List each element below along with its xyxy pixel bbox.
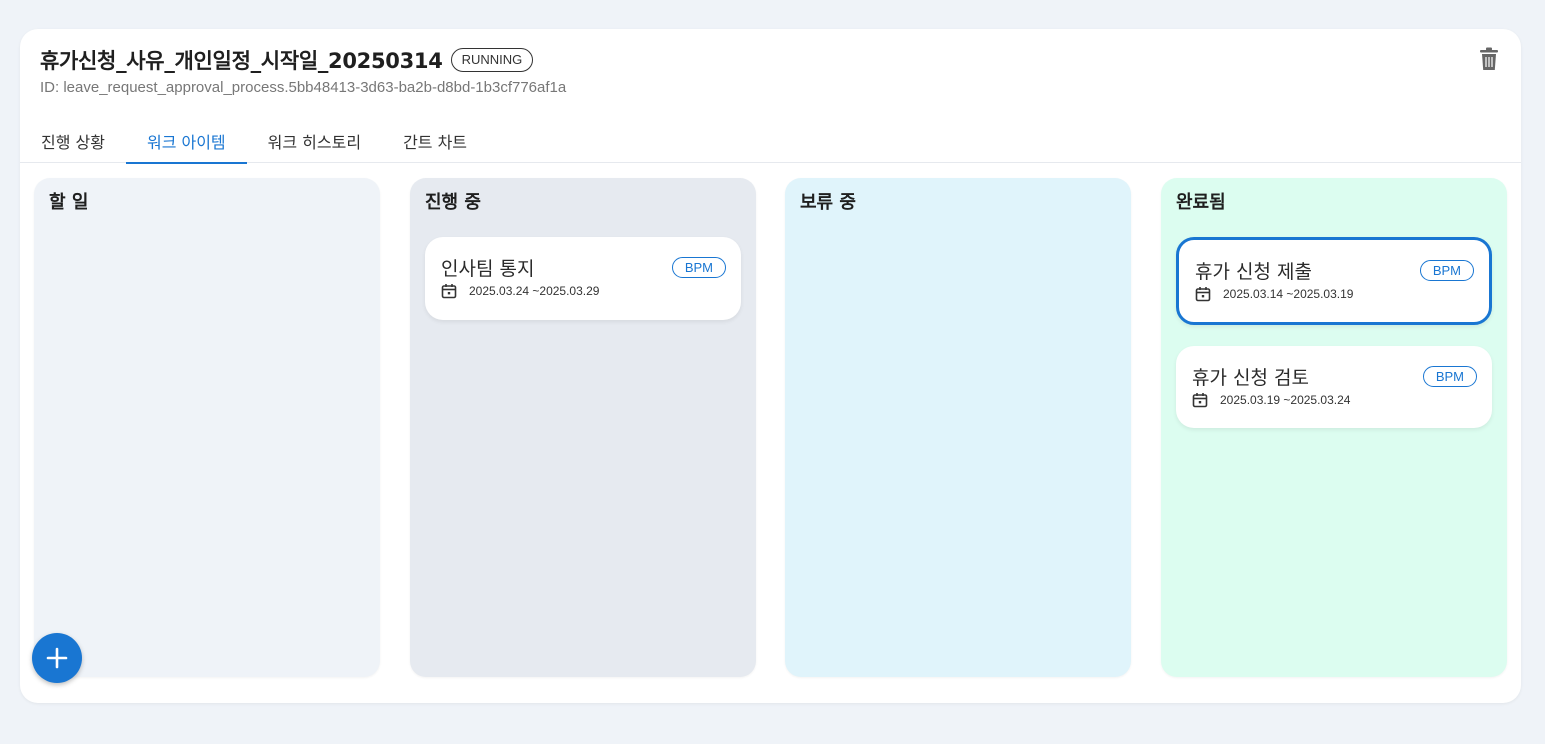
work-item-date: 2025.03.19 ~2025.03.24 bbox=[1220, 393, 1351, 407]
status-badge: RUNNING bbox=[450, 48, 534, 72]
work-item-name: 휴가 신청 제출 bbox=[1195, 261, 1312, 283]
process-instance-card: 휴가신청_사유_개인일정_시작일_20250314 RUNNING ID: le… bbox=[20, 29, 1521, 703]
tab-label: 간트 차트 bbox=[403, 133, 468, 152]
column-done: 완료됨 휴가 신청 제출 BPM 2025.03.14 ~2025.03.19 bbox=[1161, 178, 1507, 677]
work-item-badge: BPM bbox=[671, 257, 726, 278]
work-item-date-row: 2025.03.24 ~2025.03.29 bbox=[441, 283, 599, 299]
title-row: 휴가신청_사유_개인일정_시작일_20250314 RUNNING bbox=[40, 45, 1501, 75]
calendar-icon bbox=[441, 284, 457, 299]
work-item-name: 인사팀 통지 bbox=[441, 258, 535, 280]
work-item-card[interactable]: 휴가 신청 제출 BPM 2025.03.14 ~2025.03.19 bbox=[1176, 237, 1492, 325]
tab-gantt-chart[interactable]: 간트 차트 bbox=[382, 119, 488, 163]
work-item-date: 2025.03.24 ~2025.03.29 bbox=[469, 284, 600, 298]
add-work-item-button[interactable] bbox=[32, 633, 82, 683]
column-pending: 보류 중 bbox=[785, 178, 1131, 677]
work-item-date-row: 2025.03.14 ~2025.03.19 bbox=[1195, 286, 1353, 302]
calendar-icon bbox=[1195, 287, 1211, 302]
instance-header: 휴가신청_사유_개인일정_시작일_20250314 RUNNING ID: le… bbox=[40, 45, 1501, 105]
kanban-board: 할 일 진행 중 인사팀 통지 BPM 2025.03.24 ~2025.03.… bbox=[34, 178, 1507, 677]
column-todo: 할 일 bbox=[34, 178, 380, 677]
tab-progress[interactable]: 진행 상황 bbox=[20, 119, 126, 163]
column-title: 할 일 bbox=[49, 192, 89, 213]
tab-work-items[interactable]: 워크 아이템 bbox=[125, 119, 247, 164]
delete-button[interactable] bbox=[1477, 45, 1501, 73]
tab-label: 워크 아이템 bbox=[146, 133, 226, 152]
work-item-badge: BPM bbox=[1419, 260, 1474, 281]
tab-label: 워크 히스토리 bbox=[267, 133, 362, 152]
work-item-card[interactable]: 휴가 신청 검토 BPM 2025.03.19 ~2025.03.24 bbox=[1176, 346, 1492, 428]
tab-bar: 진행 상황 워크 아이템 워크 히스토리 간트 차트 bbox=[20, 119, 1521, 164]
work-item-date-row: 2025.03.19 ~2025.03.24 bbox=[1192, 392, 1350, 408]
instance-id: ID: leave_request_approval_process.5bb48… bbox=[40, 79, 567, 96]
work-item-name: 휴가 신청 검토 bbox=[1192, 367, 1309, 389]
work-item-date: 2025.03.14 ~2025.03.19 bbox=[1223, 287, 1354, 301]
tab-work-history[interactable]: 워크 히스토리 bbox=[247, 119, 382, 163]
trash-icon bbox=[1480, 47, 1498, 70]
column-title: 진행 중 bbox=[425, 192, 481, 213]
work-item-card[interactable]: 인사팀 통지 BPM 2025.03.24 ~2025.03.29 bbox=[425, 237, 741, 320]
work-item-badge: BPM bbox=[1422, 366, 1477, 387]
plus-icon bbox=[46, 647, 68, 669]
column-in-progress: 진행 중 인사팀 통지 BPM 2025.03.24 ~2025.03.29 bbox=[410, 178, 756, 677]
instance-title: 휴가신청_사유_개인일정_시작일_20250314 bbox=[40, 49, 443, 73]
tab-label: 진행 상황 bbox=[41, 133, 105, 152]
column-title: 완료됨 bbox=[1176, 192, 1226, 213]
column-title: 보류 중 bbox=[800, 192, 856, 213]
calendar-icon bbox=[1192, 393, 1208, 408]
